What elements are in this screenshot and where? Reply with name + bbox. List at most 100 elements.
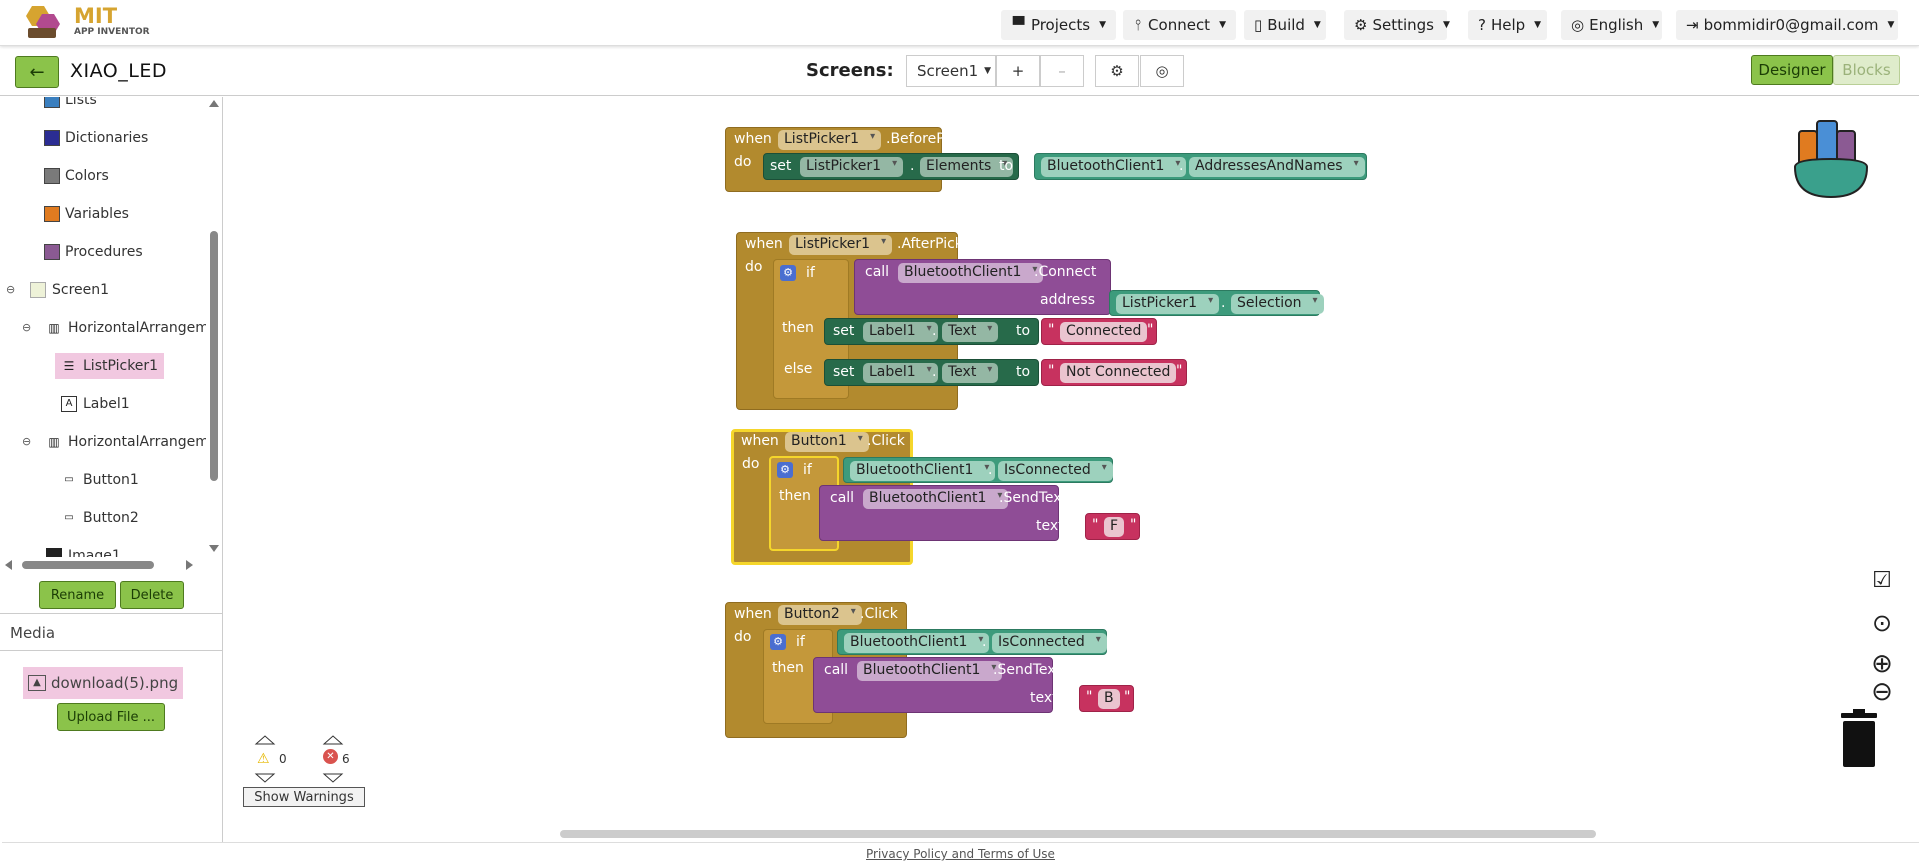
getter-block-selection[interactable]: ListPicker1 . Selection bbox=[1109, 290, 1324, 316]
tree-item-horizontalarrangement2[interactable]: ▥ HorizontalArrangement2 bbox=[46, 429, 206, 455]
component-dropdown[interactable]: BluetoothClient1 bbox=[898, 263, 1044, 283]
plus-icon: + bbox=[1011, 62, 1025, 80]
app-inventor-logo[interactable]: MIT APP INVENTOR bbox=[22, 2, 152, 42]
text-block-b[interactable]: " B " bbox=[1079, 685, 1134, 712]
component-dropdown[interactable]: BluetoothClient1 bbox=[863, 489, 1009, 509]
workspace-horizontal-scrollbar[interactable] bbox=[560, 830, 1596, 838]
tree-item-label1[interactable]: A Label1 bbox=[61, 391, 130, 417]
build-menu[interactable]: ▯ Build ▼ bbox=[1244, 10, 1326, 40]
dot: . bbox=[988, 462, 993, 478]
show-warnings-button[interactable]: Show Warnings bbox=[243, 787, 365, 807]
tree-horizontal-scrollbar[interactable] bbox=[0, 557, 206, 573]
mutator-gear-icon[interactable]: ⚙ bbox=[780, 265, 796, 281]
text-value[interactable]: Not Connected bbox=[1060, 363, 1177, 383]
set-block-elements[interactable]: set ListPicker1 . Elements to bbox=[763, 153, 1019, 180]
mutator-gear-icon[interactable]: ⚙ bbox=[777, 462, 793, 478]
do-keyword: do bbox=[745, 259, 763, 275]
component-dropdown[interactable]: BluetoothClient1 bbox=[844, 633, 990, 653]
text-block-not-connected[interactable]: " Not Connected " bbox=[1041, 359, 1187, 386]
tree-item-dictionaries[interactable]: Dictionaries bbox=[44, 125, 148, 151]
call-block-connect[interactable]: call BluetoothClient1 .Connect address bbox=[854, 259, 1111, 315]
component-dropdown[interactable]: ListPicker1 bbox=[1116, 294, 1220, 314]
project-properties-button[interactable]: ⚙ bbox=[1095, 55, 1139, 87]
designer-button[interactable]: Designer bbox=[1751, 55, 1833, 85]
component-dropdown[interactable]: BluetoothClient1 bbox=[1041, 157, 1187, 177]
procedures-swatch bbox=[44, 244, 60, 260]
text-value[interactable]: F bbox=[1104, 517, 1125, 537]
tree-item-lists[interactable]: Lists bbox=[44, 97, 97, 113]
remove-screen-button[interactable]: – bbox=[1040, 55, 1084, 87]
do-keyword: do bbox=[734, 154, 752, 170]
language-menu[interactable]: ◎ English ▼ bbox=[1561, 10, 1662, 40]
component-dropdown[interactable]: Button1 bbox=[785, 432, 869, 452]
collapse-toggle[interactable]: ⊖ bbox=[6, 283, 15, 296]
if-keyword: if bbox=[796, 634, 805, 650]
tree-item-button1[interactable]: ▭ Button1 bbox=[61, 467, 139, 493]
trash-icon[interactable] bbox=[1837, 709, 1881, 769]
property-dropdown[interactable]: IsConnected bbox=[998, 461, 1113, 481]
text-value[interactable]: B bbox=[1098, 689, 1120, 709]
component-dropdown[interactable]: ListPicker1 bbox=[778, 130, 882, 150]
mutator-gear-icon[interactable]: ⚙ bbox=[770, 634, 786, 650]
tree-item-variables[interactable]: Variables bbox=[44, 201, 129, 227]
collapse-toggle[interactable]: ⊖ bbox=[22, 435, 31, 448]
tree-item-listpicker1[interactable]: ☰ ListPicker1 bbox=[55, 353, 165, 379]
add-screen-button[interactable]: + bbox=[996, 55, 1040, 87]
when-keyword: when bbox=[734, 606, 772, 622]
set-block-label-text-connected[interactable]: set Label1 . Text to bbox=[824, 318, 1039, 345]
tree-item-procedures[interactable]: Procedures bbox=[44, 239, 143, 265]
property-dropdown[interactable]: Selection bbox=[1231, 294, 1324, 314]
cleanup-checkbox-icon[interactable]: ☑ bbox=[1867, 565, 1897, 595]
backpack-icon[interactable] bbox=[1791, 117, 1881, 202]
property-dropdown[interactable]: Text bbox=[942, 322, 999, 342]
tree-item-button2[interactable]: ▭ Button2 bbox=[61, 505, 139, 531]
to-keyword: to bbox=[1016, 364, 1031, 380]
call-block-sendtext-b[interactable]: call BluetoothClient1 .SendText text bbox=[813, 657, 1061, 713]
delete-button[interactable]: Delete bbox=[120, 581, 184, 609]
text-value[interactable]: Connected bbox=[1060, 322, 1148, 342]
zoom-out-icon[interactable]: ⊖ bbox=[1867, 677, 1897, 707]
getter-block-isconnected-2[interactable]: BluetoothClient1 . IsConnected bbox=[837, 629, 1107, 655]
do-keyword: do bbox=[734, 629, 752, 645]
blocks-button[interactable]: Blocks bbox=[1833, 55, 1900, 85]
rename-button[interactable]: Rename bbox=[39, 581, 116, 609]
getter-block-isconnected[interactable]: BluetoothClient1 . IsConnected bbox=[843, 457, 1113, 483]
privacy-policy-link[interactable]: Privacy Policy and Terms of Use bbox=[866, 847, 1055, 861]
text-block-f[interactable]: " F " bbox=[1085, 513, 1140, 540]
tree-item-label: Procedures bbox=[65, 244, 143, 260]
component-dropdown[interactable]: ListPicker1 bbox=[789, 235, 893, 255]
component-dropdown[interactable]: BluetoothClient1 bbox=[857, 661, 1003, 681]
property-dropdown[interactable]: AddressesAndNames bbox=[1189, 157, 1365, 177]
text-block-connected[interactable]: " Connected " bbox=[1041, 318, 1157, 345]
call-block-sendtext-f[interactable]: call BluetoothClient1 .SendText text bbox=[819, 485, 1067, 541]
tree-item-screen1[interactable]: Screen1 bbox=[30, 277, 109, 303]
component-dropdown[interactable]: BluetoothClient1 bbox=[850, 461, 996, 481]
component-dropdown[interactable]: Button2 bbox=[778, 605, 862, 625]
tree-item-horizontalarrangement1[interactable]: ▥ HorizontalArrangement1 bbox=[46, 315, 206, 341]
account-menu[interactable]: ⇥ bommidir0@gmail.com ▼ bbox=[1676, 10, 1898, 40]
getter-block-addressesandnames[interactable]: BluetoothClient1 . AddressesAndNames bbox=[1034, 153, 1367, 180]
component-dropdown[interactable]: Label1 bbox=[863, 322, 938, 342]
connect-menu[interactable]: ⫯ Connect ▼ bbox=[1123, 10, 1236, 40]
property-dropdown[interactable]: IsConnected bbox=[992, 633, 1107, 653]
zoom-in-icon[interactable]: ⊕ bbox=[1867, 649, 1897, 679]
media-file-item[interactable]: ▲ download(5).png bbox=[23, 667, 183, 699]
settings-menu[interactable]: ⚙ Settings ▼ bbox=[1344, 10, 1450, 40]
component-dropdown[interactable]: Label1 bbox=[863, 363, 938, 383]
component-dropdown[interactable]: ListPicker1 bbox=[800, 157, 904, 177]
upload-file-button[interactable]: Upload File ... bbox=[57, 703, 165, 731]
set-block-label-text-not-connected[interactable]: set Label1 . Text to bbox=[824, 359, 1039, 386]
publish-button[interactable]: ◎ bbox=[1140, 55, 1184, 87]
property-dropdown[interactable]: Text bbox=[942, 363, 999, 383]
help-menu[interactable]: ? Help ▼ bbox=[1468, 10, 1547, 40]
collapse-toggle[interactable]: ⊖ bbox=[22, 321, 31, 334]
screen-select[interactable]: Screen1 ▼ bbox=[906, 55, 996, 87]
blocks-workspace[interactable]: when ListPicker1 .BeforePicking do set L… bbox=[223, 97, 1919, 842]
dot: . bbox=[1179, 158, 1184, 174]
tree-vertical-scrollbar[interactable] bbox=[206, 97, 222, 557]
recenter-icon[interactable]: ⊙ bbox=[1867, 608, 1897, 638]
tree-item-colors[interactable]: Colors bbox=[44, 163, 109, 189]
back-button[interactable]: ← bbox=[15, 56, 59, 88]
tree-item-image1[interactable]: Image1 bbox=[46, 543, 121, 557]
projects-menu[interactable]: ▀ Projects ▼ bbox=[1001, 10, 1116, 40]
